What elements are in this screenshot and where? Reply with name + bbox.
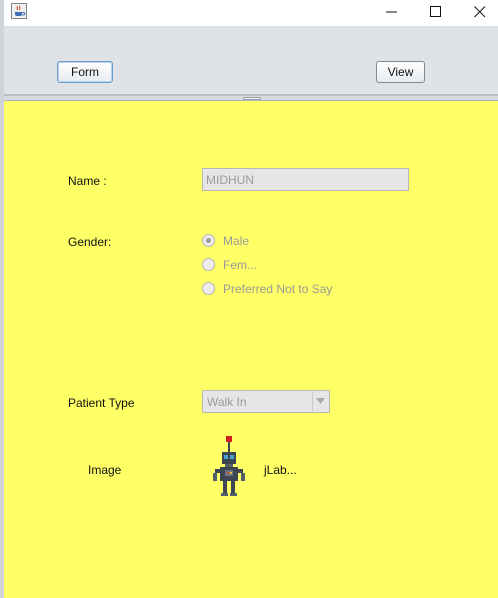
view-button[interactable]: View [376,61,425,83]
radio-button[interactable] [202,258,215,271]
form-button[interactable]: Form [57,61,113,83]
gender-option-label: Preferred Not to Say [223,282,333,296]
minimize-button[interactable] [368,0,414,24]
patient-form-panel: Name : Gender: Male Fem... Preferred Not… [4,101,498,598]
name-label: Name : [68,174,107,188]
java-cup-icon [11,3,27,19]
chevron-down-icon [316,398,325,404]
minimize-icon [386,11,397,13]
radio-button[interactable] [202,282,215,295]
close-button[interactable] [456,0,498,24]
toolbar: Form View [4,26,498,95]
maximize-button[interactable] [412,0,458,24]
name-field[interactable] [202,168,409,191]
radio-selected-dot [206,238,211,243]
close-icon [474,6,486,18]
maximize-icon [430,6,441,17]
combo-dropdown-button[interactable] [312,392,328,411]
patient-type-combo[interactable]: Walk In [202,390,330,413]
patient-type-value: Walk In [207,395,247,409]
divider-grip[interactable] [243,97,261,100]
robot-icon [213,436,245,496]
radio-button[interactable] [202,234,215,247]
image-label: Image [88,463,122,477]
patient-type-label: Patient Type [68,396,135,410]
image-caption: jLab... [264,463,297,477]
gender-label: Gender: [68,235,112,249]
gender-option-label: Male [223,234,250,248]
gender-option-label: Fem... [223,258,258,272]
title-bar[interactable] [4,0,498,26]
